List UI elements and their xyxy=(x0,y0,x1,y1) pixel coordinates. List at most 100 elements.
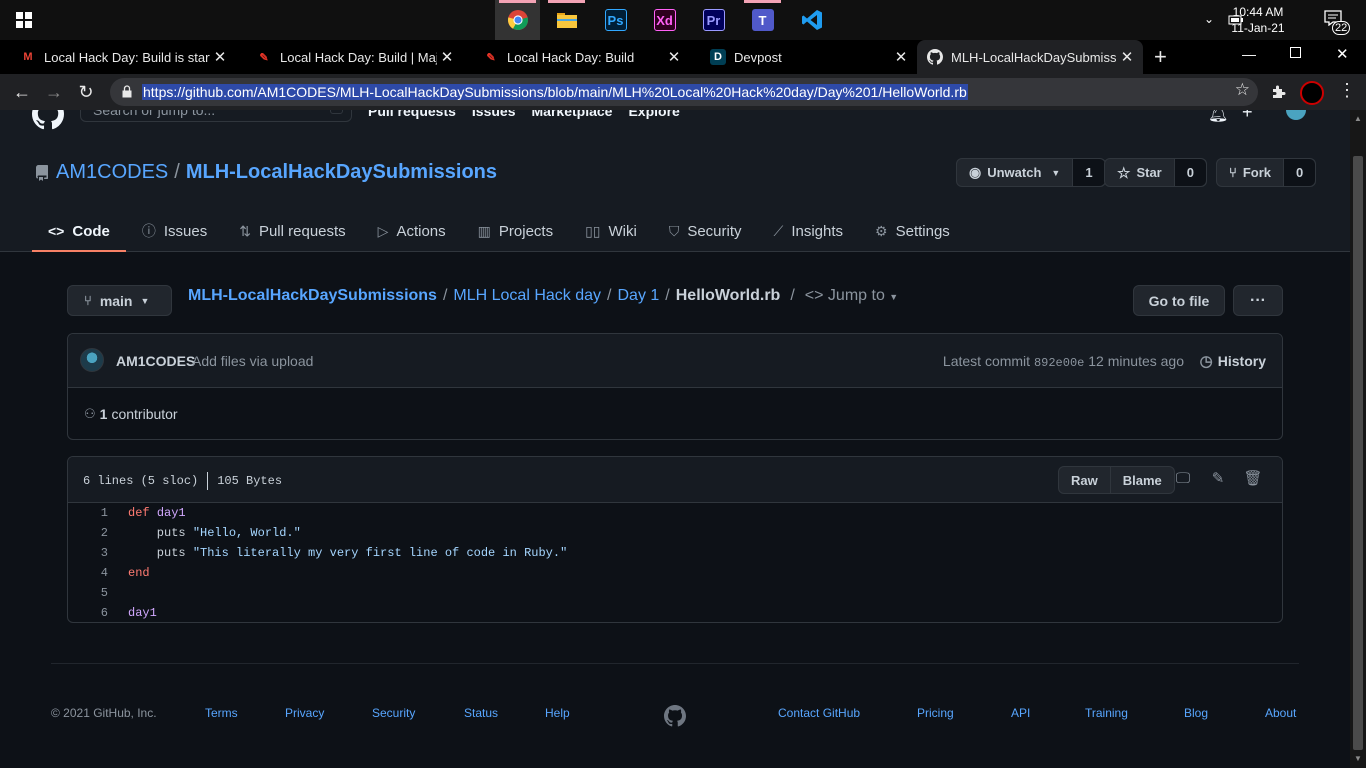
author-avatar[interactable] xyxy=(80,348,104,372)
footer-link-status[interactable]: Status xyxy=(464,706,498,720)
breadcrumb-repo-link[interactable]: MLH-LocalHackDaySubmissions xyxy=(188,287,437,305)
browser-tab-mlh-build[interactable]: ✎ Local Hack Day: Build ✕ xyxy=(463,40,690,74)
url-text[interactable]: https://github.com/AM1CODES/MLH-LocalHac… xyxy=(142,84,968,100)
search-input[interactable]: Search or jump to... / xyxy=(80,110,352,122)
footer-link-about[interactable]: About xyxy=(1265,706,1296,720)
plus-icon[interactable]: + xyxy=(1242,110,1253,123)
extensions-puzzle-icon[interactable] xyxy=(1271,84,1287,100)
windows-start-icon[interactable] xyxy=(16,12,32,28)
minimize-window-icon[interactable]: — xyxy=(1242,46,1256,62)
trash-icon[interactable]: 🗑︎ xyxy=(1243,469,1263,489)
close-icon[interactable]: ✕ xyxy=(1117,48,1137,66)
go-to-file-button[interactable]: Go to file xyxy=(1133,285,1225,316)
footer-link-pricing[interactable]: Pricing xyxy=(917,706,954,720)
star-count[interactable]: 0 xyxy=(1173,159,1206,186)
close-icon[interactable]: ✕ xyxy=(664,48,684,66)
close-icon[interactable]: ✕ xyxy=(210,48,230,66)
close-window-icon[interactable]: ✕ xyxy=(1336,45,1349,63)
line-number[interactable]: 1 xyxy=(68,506,108,520)
tab-actions[interactable]: ▷ Actions xyxy=(362,210,462,252)
contributors-link[interactable]: ⚇ 1 contributor xyxy=(84,406,178,422)
fork-count[interactable]: 0 xyxy=(1282,159,1316,186)
repo-name-link[interactable]: MLH-LocalHackDaySubmissions xyxy=(186,161,497,184)
tab-insights[interactable]: ⟋ Insights xyxy=(758,210,860,252)
chrome-menu-icon[interactable]: ⋮ xyxy=(1338,80,1356,101)
header-link-explore[interactable]: Explore xyxy=(628,110,679,119)
taskbar-photoshop[interactable]: Ps xyxy=(593,0,638,40)
history-link[interactable]: ◷ History xyxy=(1200,352,1266,370)
taskbar-file-explorer[interactable] xyxy=(544,0,589,40)
commit-message-link[interactable]: Add files via upload xyxy=(192,353,313,369)
footer-link-terms[interactable]: Terms xyxy=(205,706,238,720)
lock-icon[interactable] xyxy=(122,85,132,98)
footer-link-privacy[interactable]: Privacy xyxy=(285,706,324,720)
breadcrumb-subfolder-link[interactable]: Day 1 xyxy=(617,287,659,305)
close-icon[interactable]: ✕ xyxy=(437,48,457,66)
browser-tab-devpost[interactable]: D Devpost ✕ xyxy=(690,40,917,74)
bell-icon[interactable]: 🔔︎ xyxy=(1208,110,1228,124)
header-link-marketplace[interactable]: Marketplace xyxy=(532,110,613,119)
taskbar-chrome[interactable] xyxy=(495,0,540,40)
chevron-up-icon[interactable]: ⌄ xyxy=(1204,12,1214,26)
breadcrumb-folder-link[interactable]: MLH Local Hack day xyxy=(453,287,601,305)
taskbar-adobe-xd[interactable]: Xd xyxy=(642,0,687,40)
footer-link-blog[interactable]: Blog xyxy=(1184,706,1208,720)
github-logo-icon[interactable] xyxy=(32,110,64,130)
footer-link-security[interactable]: Security xyxy=(372,706,415,720)
tab-code[interactable]: <> Code xyxy=(32,210,126,252)
watch-count[interactable]: 1 xyxy=(1072,159,1105,186)
line-number[interactable]: 6 xyxy=(68,606,108,620)
tab-settings[interactable]: ⚙ Settings xyxy=(859,210,966,252)
taskbar-premiere-pro[interactable]: Pr xyxy=(691,0,736,40)
tab-pull-requests[interactable]: ⇅ Pull requests xyxy=(223,210,361,252)
footer-link-help[interactable]: Help xyxy=(545,706,570,720)
line-number[interactable]: 4 xyxy=(68,566,108,580)
header-link-pull-requests[interactable]: Pull requests xyxy=(368,110,456,119)
tab-wiki[interactable]: ▯▯ Wiki xyxy=(569,210,653,252)
commit-author-link[interactable]: AM1CODES xyxy=(116,353,195,369)
commit-sha-link[interactable]: 892e00e xyxy=(1034,356,1084,370)
bookmark-star-icon[interactable]: ☆ xyxy=(1235,80,1250,100)
blame-button[interactable]: Blame xyxy=(1110,466,1175,494)
tab-security[interactable]: ⛉ Security xyxy=(653,210,758,252)
line-number[interactable]: 3 xyxy=(68,546,108,560)
footer-link-training[interactable]: Training xyxy=(1085,706,1128,720)
taskbar-vscode[interactable] xyxy=(789,0,834,40)
scroll-down-arrow-icon[interactable]: ▼ xyxy=(1354,754,1362,763)
new-tab-button[interactable]: + xyxy=(1154,44,1167,70)
repo-owner-link[interactable]: AM1CODES xyxy=(56,161,168,184)
fork-button[interactable]: ⑂ Fork 0 xyxy=(1216,158,1317,187)
header-link-issues[interactable]: Issues xyxy=(472,110,516,119)
line-number[interactable]: 2 xyxy=(68,526,108,540)
system-clock[interactable]: 10:44 AM 11-Jan-21 xyxy=(1226,4,1290,36)
tab-projects[interactable]: ▥ Projects xyxy=(462,210,569,252)
back-arrow-icon[interactable]: ← xyxy=(10,80,34,104)
browser-tab-github[interactable]: MLH-LocalHackDaySubmission ✕ xyxy=(917,40,1143,74)
notification-center[interactable]: 22 xyxy=(1324,10,1351,35)
address-bar[interactable]: https://github.com/AM1CODES/MLH-LocalHac… xyxy=(110,78,1258,106)
page-scrollbar[interactable]: ▲ ▼ xyxy=(1350,110,1366,768)
forward-arrow-icon[interactable]: → xyxy=(42,80,66,104)
branch-select-button[interactable]: ⑂ main ▼ xyxy=(67,285,172,316)
tab-issues[interactable]: ⓘ Issues xyxy=(126,210,223,252)
profile-avatar[interactable] xyxy=(1300,81,1324,105)
jump-to-dropdown[interactable]: <> Jump to ▼ xyxy=(805,287,898,305)
line-number[interactable]: 5 xyxy=(68,586,108,600)
taskbar-teams[interactable]: T xyxy=(740,0,785,40)
reload-icon[interactable]: ↻ xyxy=(74,80,98,104)
close-icon[interactable]: ✕ xyxy=(891,48,911,66)
browser-tab-mlh-major[interactable]: ✎ Local Hack Day: Build | Major L ✕ xyxy=(236,40,463,74)
star-button[interactable]: ☆ Star 0 xyxy=(1104,158,1207,187)
raw-button[interactable]: Raw xyxy=(1058,466,1111,494)
footer-link-contact[interactable]: Contact GitHub xyxy=(778,706,860,720)
more-options-button[interactable]: ··· xyxy=(1233,285,1283,316)
watch-button[interactable]: ◉ Unwatch ▼ 1 xyxy=(956,158,1106,187)
github-footer-logo-icon[interactable] xyxy=(664,705,686,727)
scroll-up-arrow-icon[interactable]: ▲ xyxy=(1354,114,1362,123)
pencil-icon[interactable]: ✎ xyxy=(1208,469,1228,489)
footer-link-api[interactable]: API xyxy=(1011,706,1030,720)
desktop-icon[interactable]: 🖵︎ xyxy=(1173,469,1193,489)
browser-tab-gmail[interactable]: M Local Hack Day: Build is starting ✕ xyxy=(0,40,236,74)
restore-window-icon[interactable] xyxy=(1290,47,1301,58)
scrollbar-thumb[interactable] xyxy=(1353,156,1363,750)
